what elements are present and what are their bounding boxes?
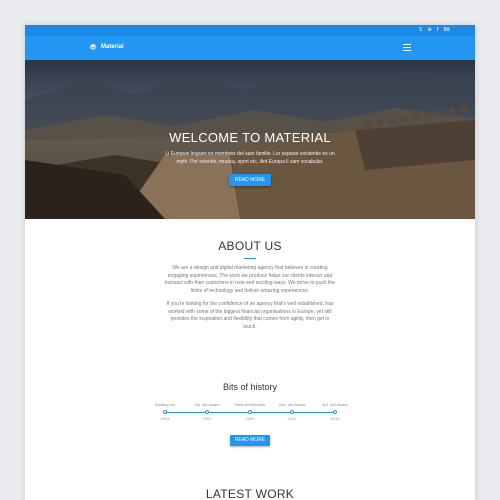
timeline-item[interactable]: 3rd .net Award 2013 (315, 402, 355, 421)
timeline-event-label: 2nd .net Award (278, 402, 306, 407)
hero-section: WELCOME TO MATERIAL Li Europan lingues e… (25, 60, 475, 219)
timeline-event-label: Hello Amsterdam (234, 402, 266, 407)
hero-content: WELCOME TO MATERIAL Li Europan lingues e… (25, 130, 475, 186)
hamburger-menu-icon[interactable] (403, 44, 411, 51)
timeline-year: 2001 (202, 416, 212, 421)
about-divider (244, 258, 256, 259)
timeline-year: 2013 (330, 416, 340, 421)
hero-subtitle: Li Europan lingues es membres del sam fa… (165, 151, 335, 165)
timeline-item[interactable]: Hello Amsterdam 2009 (230, 402, 270, 421)
timeline-dot (163, 410, 167, 414)
twitter-icon[interactable]: 𝕏 (418, 27, 422, 34)
hero-title: WELCOME TO MATERIAL (169, 130, 331, 145)
about-paragraph-1: We are a design and digital marketing ag… (165, 265, 335, 294)
about-title: ABOUT US (218, 239, 282, 253)
top-bar: 𝕏 ⊕ f Bē (25, 25, 475, 36)
timeline-year: 1991 (160, 416, 170, 421)
brand-logo[interactable]: Material (89, 43, 124, 51)
timeline-item[interactable]: 1st .net Award 2001 (187, 402, 227, 421)
dribbble-icon[interactable]: ⊕ (428, 27, 432, 34)
about-section: ABOUT US We are a design and digital mar… (25, 239, 475, 331)
timeline-dot (205, 410, 209, 414)
timeline-item[interactable]: 2nd .net Award 2012 (272, 402, 312, 421)
latest-work-title: LATEST WORK (205, 487, 295, 500)
social-links: 𝕏 ⊕ f Bē (418, 27, 450, 34)
layers-icon (89, 43, 97, 50)
history-read-more-button[interactable]: READ MORE (230, 435, 270, 446)
brand-name: Material (101, 44, 124, 50)
timeline-dot (248, 410, 252, 414)
timeline-item[interactable]: Starting out 1991 (145, 402, 185, 421)
timeline-dot (290, 410, 294, 414)
navbar: Material (25, 36, 475, 60)
behance-icon[interactable]: Bē (443, 27, 450, 34)
page-frame: 𝕏 ⊕ f Bē Material WELCOME TO MATERIAL Li… (25, 25, 475, 500)
timeline-event-label: 3rd .net Award (322, 402, 348, 407)
history-title: Bits of history (222, 382, 278, 392)
facebook-icon[interactable]: f (437, 27, 439, 34)
timeline-year: 2009 (245, 416, 255, 421)
history-timeline: Starting out 1991 1st .net Award 2001 He… (155, 402, 348, 424)
hero-read-more-button[interactable]: READ MORE (228, 174, 272, 186)
about-paragraph-2: If you're looking for the confidence of … (166, 301, 334, 330)
timeline-event-label: Starting out (154, 402, 176, 407)
timeline-year: 2012 (287, 416, 297, 421)
timeline-event-label: 1st .net Award (194, 402, 220, 407)
timeline-dot (333, 410, 337, 414)
